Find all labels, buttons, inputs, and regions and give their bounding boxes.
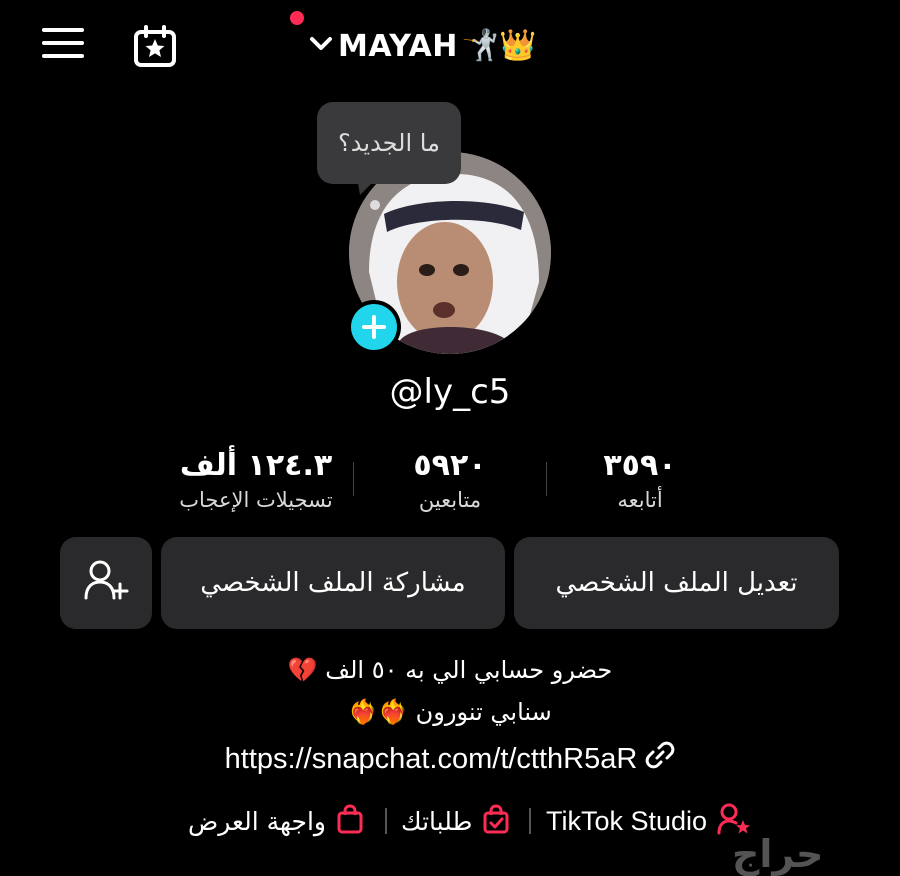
link-icon (645, 740, 675, 778)
calendar-star-icon[interactable] (133, 25, 177, 67)
link-url: https://snapchat.com/t/ctthR5aR (224, 742, 638, 775)
stat-followers[interactable]: ٥٩٢٠ متابعين (340, 446, 560, 512)
likes-count: ١٢٤.٣ ألف (179, 448, 333, 483)
menu-icon[interactable] (42, 28, 84, 62)
add-story-button[interactable] (347, 300, 401, 354)
account-name: MAYAH (338, 28, 458, 64)
bubble-tail (358, 182, 372, 196)
edit-profile-button[interactable]: تعديل الملف الشخصي (514, 537, 839, 629)
share-profile-button[interactable]: مشاركة الملف الشخصي (161, 537, 505, 629)
following-label: أتابعه (617, 488, 663, 512)
share-profile-label: مشاركة الملف الشخصي (200, 568, 466, 598)
studio-label: TikTok Studio (546, 805, 708, 836)
following-count: ٣٥٩٠ (603, 448, 677, 483)
separator (385, 808, 387, 834)
stat-likes[interactable]: ١٢٤.٣ ألف تسجيلات الإعجاب (146, 446, 366, 512)
add-friend-button[interactable] (60, 537, 152, 629)
chevron-down-icon (308, 34, 334, 58)
orders-bag-icon (482, 804, 510, 838)
separator (529, 808, 531, 834)
showcase-link[interactable]: واجهة العرض (188, 798, 364, 844)
orders-link[interactable]: طلباتك (401, 798, 510, 844)
name-emojis: 🤺👑 (461, 28, 537, 63)
notification-dot (290, 11, 304, 25)
whats-new-bubble[interactable]: ما الجديد؟ (317, 102, 461, 184)
bio-line-2: سنابي تنورون ❤️‍🔥❤️‍🔥 (348, 698, 552, 726)
bubble-text: ما الجديد؟ (338, 129, 440, 157)
stat-following[interactable]: ٣٥٩٠ أتابعه (530, 446, 750, 512)
tiktok-studio-link[interactable]: TikTok Studio (546, 798, 751, 844)
shopping-bag-icon (336, 804, 364, 838)
bubble-dot (370, 200, 380, 210)
showcase-label: واجهة العرض (188, 806, 326, 836)
bio-line-1: حضرو حسابي الي به ٥٠ الف 💔 (287, 656, 613, 684)
account-switcher[interactable]: MAYAH 🤺👑 (308, 24, 537, 68)
followers-label: متابعين (418, 488, 482, 512)
orders-label: طلباتك (401, 806, 473, 836)
bio-link[interactable]: https://snapchat.com/t/ctthR5aR (0, 740, 900, 778)
edit-profile-label: تعديل الملف الشخصي (555, 568, 798, 598)
likes-label: تسجيلات الإعجاب (179, 488, 333, 512)
watermark: حراج (732, 832, 824, 876)
plus-icon (351, 304, 397, 350)
followers-count: ٥٩٢٠ (413, 448, 487, 483)
username: @ly_c5 (389, 372, 511, 412)
add-user-icon (83, 558, 129, 608)
